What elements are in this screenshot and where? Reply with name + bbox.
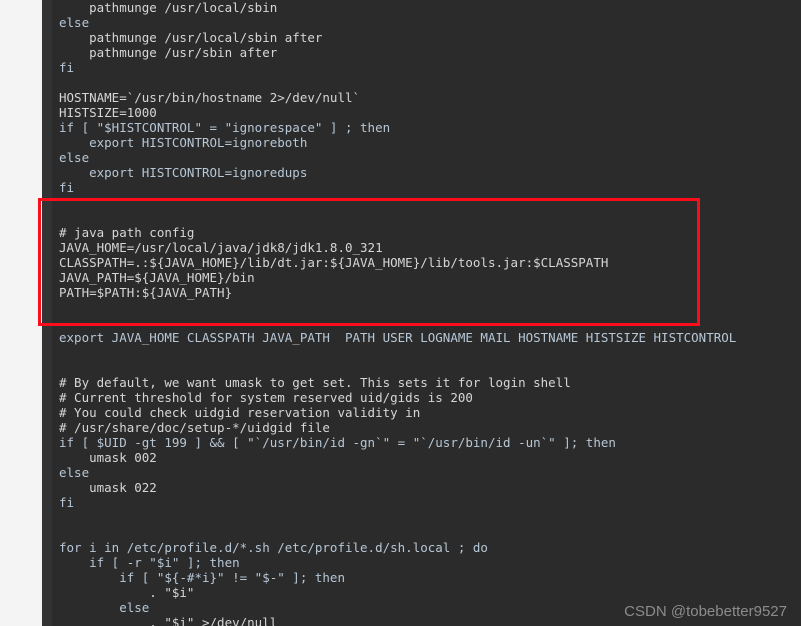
code-line: export HISTCONTROL=ignoreboth [59,135,308,150]
code-line: CLASSPATH=.:${JAVA_HOME}/lib/dt.jar:${JA… [59,255,609,270]
code-line: . "$i" [59,585,195,600]
code-line: # You could check uidgid reservation val… [59,405,421,420]
code-line: if [ $UID -gt 199 ] && [ "`/usr/bin/id -… [59,435,616,450]
code-line: # Current threshold for system reserved … [59,390,473,405]
code-line: else [59,15,90,30]
code-line: for i in /etc/profile.d/*.sh /etc/profil… [59,540,488,555]
code-line: # By default, we want umask to get set. … [59,375,571,390]
code-line: # java path config [59,225,195,240]
code-line: if [ "$HISTCONTROL" = "ignorespace" ] ; … [59,120,391,135]
code-line: fi [59,60,75,75]
code-line: pathmunge /usr/sbin after [59,45,278,60]
code-line: fi [59,180,75,195]
code-line: JAVA_HOME=/usr/local/java/jdk8/jdk1.8.0_… [59,240,383,255]
code-line: umask 022 [59,480,157,495]
code-line: PATH=$PATH:${JAVA_PATH} [59,285,233,300]
code-line: fi [59,495,75,510]
code-line: if [ "${-#*i}" != "$-" ]; then [59,570,345,585]
editor-gutter [42,0,52,626]
code-line: # /usr/share/doc/setup-*/uidgid file [59,420,330,435]
code-line: pathmunge /usr/local/sbin [59,0,278,15]
page-left-margin [0,0,42,626]
code-line: export HISTCONTROL=ignoredups [59,165,308,180]
code-line: if [ -r "$i" ]; then [59,555,240,570]
code-editor-surface[interactable]: pathmunge /usr/local/sbin else pathmunge … [42,0,801,626]
csdn-watermark: CSDN @tobebetter9527 [624,603,787,620]
screenshot-root: pathmunge /usr/local/sbin else pathmunge … [0,0,801,626]
code-line: export JAVA_HOME CLASSPATH JAVA_PATH PAT… [59,330,737,345]
code-line: pathmunge /usr/local/sbin after [59,30,323,45]
code-content[interactable]: pathmunge /usr/local/sbin else pathmunge … [52,0,801,626]
code-line: umask 002 [59,450,157,465]
code-line: else [59,150,90,165]
code-line: JAVA_PATH=${JAVA_HOME}/bin [59,270,255,285]
code-line: HOSTNAME=`/usr/bin/hostname 2>/dev/null` [59,90,361,105]
code-line: else [59,465,90,480]
code-line: HISTSIZE=1000 [59,105,157,120]
